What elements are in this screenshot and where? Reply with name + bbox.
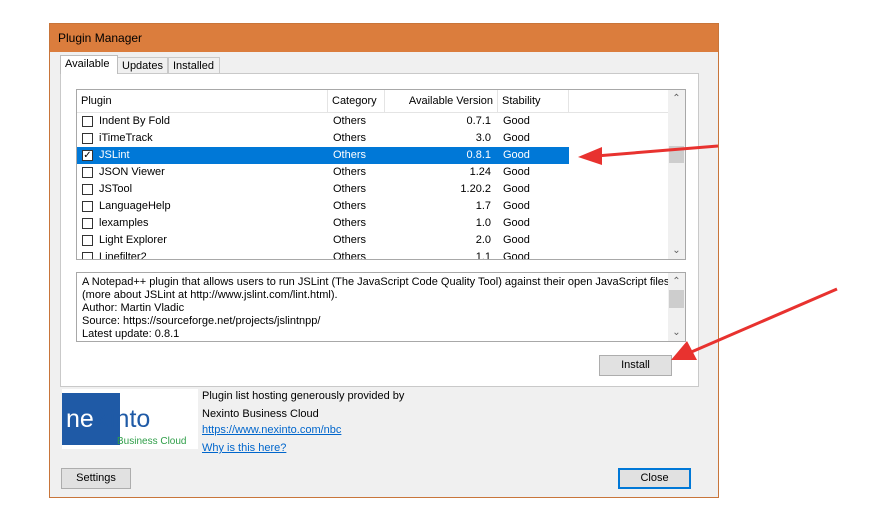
tab-installed[interactable]: Installed [168, 57, 220, 73]
scroll-thumb[interactable] [669, 146, 684, 163]
plugin-version: 1.20.2 [460, 183, 491, 195]
description-line: Latest update: 0.8.1 [82, 328, 180, 340]
plugin-category: Others [333, 149, 367, 161]
plugin-checkbox[interactable] [82, 133, 93, 144]
description-line: A Notepad++ plugin that allows users to … [82, 276, 670, 288]
plugin-version: 1.24 [469, 166, 491, 178]
plugin-version: 1.7 [475, 200, 491, 212]
table-row[interactable]: Indent By Fold Others 0.7.1 Good [77, 113, 569, 130]
plugin-name: JSLint [99, 149, 130, 161]
why-link[interactable]: Why is this here? [202, 441, 286, 455]
plugin-category: Others [333, 166, 367, 178]
plugin-stability: Good [503, 217, 530, 229]
plugin-checkbox[interactable] [82, 235, 93, 246]
plugin-stability: Good [503, 234, 530, 246]
plugin-name: Indent By Fold [99, 115, 170, 127]
plugin-category: Others [333, 217, 367, 229]
plugin-manager-window: Plugin Manager Available Updates Install… [49, 23, 719, 498]
plugin-stability: Good [503, 200, 530, 212]
svg-text:into: into [110, 405, 150, 433]
table-row[interactable]: Light Explorer Others 2.0 Good [77, 232, 569, 249]
plugin-stability: Good [503, 115, 530, 127]
plugin-checkbox[interactable] [82, 184, 93, 195]
plugin-category: Others [333, 183, 367, 195]
table-row[interactable]: lexamples Others 1.0 Good [77, 215, 569, 232]
plugin-category: Others [333, 251, 367, 260]
table-row[interactable]: JSTool Others 1.20.2 Good [77, 181, 569, 198]
available-panel: Plugin Category Available Version Stabil… [60, 73, 699, 387]
plugin-category: Others [333, 200, 367, 212]
plugin-checkbox[interactable] [82, 252, 93, 259]
settings-button[interactable]: Settings [61, 468, 131, 489]
scroll-thumb[interactable] [669, 290, 684, 308]
description-scrollbar[interactable]: ⌃ ⌄ [668, 273, 685, 341]
install-button[interactable]: Install [599, 355, 672, 376]
plugin-description: A Notepad++ plugin that allows users to … [76, 272, 686, 342]
close-button[interactable]: Close [618, 468, 691, 489]
plugin-checkbox[interactable] [82, 218, 93, 229]
table-row[interactable]: iTimeTrack Others 3.0 Good [77, 130, 569, 147]
plugin-name: iTimeTrack [99, 132, 153, 144]
plugin-name: Linefilter2 [99, 251, 147, 260]
plugin-name: lexamples [99, 217, 149, 229]
plugin-checkbox[interactable] [82, 116, 93, 127]
plugin-name: JSON Viewer [99, 166, 165, 178]
plugin-category: Others [333, 234, 367, 246]
plugin-name: LanguageHelp [99, 200, 171, 212]
plugin-category: Others [333, 132, 367, 144]
plugin-version: 1.0 [475, 217, 491, 229]
table-row[interactable]: Linefilter2 Others 1.1 Good [77, 249, 569, 260]
column-header-category[interactable]: Category [328, 90, 385, 112]
column-header-plugin[interactable]: Plugin [77, 90, 328, 112]
description-line: Author: Martin Vladic [82, 302, 185, 314]
hosting-provider: Nexinto Business Cloud [202, 408, 319, 420]
nexinto-logo: ne x into Business Cloud [62, 389, 198, 449]
description-line: Source: https://sourceforge.net/projects… [82, 315, 321, 327]
list-header: Plugin Category Available Version Stabil… [77, 90, 670, 113]
tab-available[interactable]: Available [60, 55, 118, 74]
column-header-version[interactable]: Available Version [385, 90, 498, 112]
window-title: Plugin Manager [50, 24, 718, 52]
table-row[interactable]: ✓ JSLint Others 0.8.1 Good [77, 147, 569, 164]
table-row[interactable]: JSON Viewer Others 1.24 Good [77, 164, 569, 181]
table-row[interactable]: LanguageHelp Others 1.7 Good [77, 198, 569, 215]
plugin-stability: Good [503, 149, 530, 161]
list-scrollbar[interactable]: ⌃ ⌄ [668, 90, 685, 259]
plugin-version: 0.8.1 [466, 149, 491, 161]
plugin-stability: Good [503, 183, 530, 195]
svg-text:x: x [96, 405, 109, 433]
plugin-category: Others [333, 115, 367, 127]
plugin-name: JSTool [99, 183, 133, 195]
svg-text:Business Cloud: Business Cloud [117, 436, 186, 447]
scroll-up-icon[interactable]: ⌃ [668, 90, 685, 107]
plugin-version: 0.7.1 [466, 115, 491, 127]
plugin-stability: Good [503, 251, 530, 260]
scroll-down-icon[interactable]: ⌄ [668, 324, 685, 341]
plugin-version: 3.0 [475, 132, 491, 144]
plugin-stability: Good [503, 166, 530, 178]
nexinto-link[interactable]: https://www.nexinto.com/nbc [202, 423, 341, 437]
plugin-checkbox[interactable] [82, 167, 93, 178]
description-line: (more about JSLint at http://www.jslint.… [82, 289, 338, 301]
hosting-text: Plugin list hosting generously provided … [202, 390, 405, 402]
nexinto-logo-graphic: ne x into Business Cloud [62, 393, 186, 447]
plugin-version: 1.1 [475, 251, 491, 260]
plugin-stability: Good [503, 132, 530, 144]
plugin-checkbox[interactable] [82, 201, 93, 212]
svg-text:ne: ne [66, 405, 94, 433]
plugin-list[interactable]: Plugin Category Available Version Stabil… [76, 89, 686, 260]
plugin-name: Light Explorer [99, 234, 167, 246]
column-header-stability[interactable]: Stability [498, 90, 569, 112]
plugin-checkbox[interactable]: ✓ [82, 150, 93, 161]
tab-updates[interactable]: Updates [117, 57, 168, 73]
scroll-up-icon[interactable]: ⌃ [668, 273, 685, 290]
scroll-down-icon[interactable]: ⌄ [668, 242, 685, 259]
plugin-version: 2.0 [475, 234, 491, 246]
